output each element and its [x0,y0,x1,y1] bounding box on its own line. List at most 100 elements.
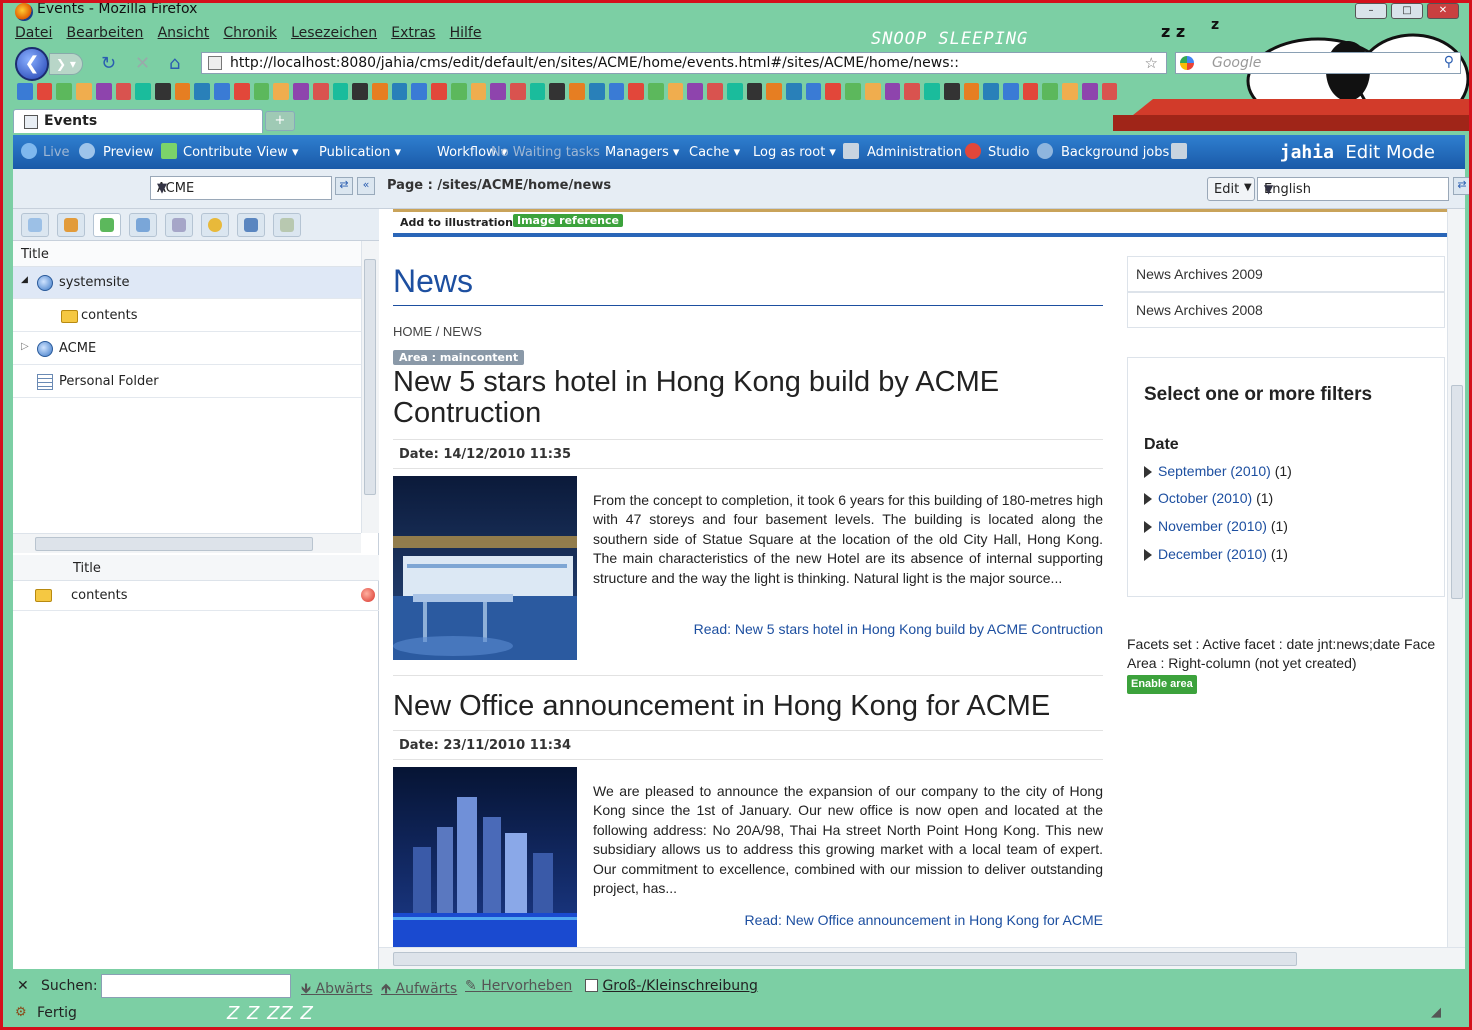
stop-icon[interactable]: ✕ [135,53,150,74]
bookmark-favicon-icon[interactable] [490,83,506,100]
bookmark-favicon-icon[interactable] [628,83,644,100]
breadcrumb-home[interactable]: HOME [393,324,432,339]
bookmark-favicon-icon[interactable] [549,83,566,100]
bookmark-favicon-icon[interactable] [1002,83,1019,100]
view-menu[interactable]: View ▾ [257,145,299,160]
address-bar[interactable]: http://localhost:8080/jahia/cms/edit/def… [201,52,1167,74]
bookmark-favicon-icon[interactable] [253,83,270,100]
background-jobs-button[interactable]: Background jobs [1061,145,1169,160]
menu-ansicht[interactable]: Ansicht [158,25,210,41]
area-badge[interactable]: Area : maincontent [393,350,525,365]
bookmark-favicon-icon[interactable] [431,83,447,100]
tree-item-systemsite[interactable]: ◢ systemsite [13,267,361,299]
scrollbar-thumb[interactable] [393,952,1297,966]
archive-link-2009[interactable]: News Archives 2009 [1127,256,1445,292]
filter-item[interactable]: November (2010) (1) [1144,518,1288,534]
tree-item-personal-folder[interactable]: Personal Folder [13,366,361,398]
tab-components[interactable] [93,213,121,237]
filter-item[interactable]: December (2010) (1) [1144,546,1288,562]
menu-extras[interactable]: Extras [391,25,435,41]
bookmark-favicon-icon[interactable] [76,83,92,100]
bookmark-favicon-icon[interactable] [233,83,250,100]
bookmark-star-icon[interactable]: ☆ [1145,54,1158,72]
bookmark-favicon-icon[interactable] [1062,83,1078,100]
find-input[interactable] [101,974,291,998]
edit-mode-button[interactable]: Edit ▼ [1207,177,1255,201]
minimize-button[interactable]: – [1355,3,1387,19]
find-previous-button[interactable]: 🡹 Aufwärts [381,978,457,1002]
bookmark-favicon-icon[interactable] [371,83,388,100]
bookmark-favicon-icon[interactable] [904,83,921,100]
live-button[interactable]: Live [43,145,70,160]
bookmark-favicon-icon[interactable] [509,83,526,100]
search-bar[interactable]: Google ⚲ [1175,52,1461,74]
bookmark-favicon-icon[interactable] [529,83,546,100]
forward-button[interactable]: ❯ ▾ [49,53,83,75]
bookmark-favicon-icon[interactable] [214,83,230,100]
filter-label[interactable]: November (2010) [1158,518,1267,534]
tree-item-contents[interactable]: contents [13,300,361,332]
log-as-root-menu[interactable]: Log as root ▾ [753,145,836,160]
tree-vertical-scrollbar[interactable] [361,241,379,533]
article-image-hotel[interactable] [393,476,577,660]
tab-categories[interactable] [165,213,193,237]
bookmark-favicon-icon[interactable] [95,83,112,100]
bookmark-favicon-icon[interactable] [805,83,822,100]
bookmark-favicon-icon[interactable] [391,83,408,100]
scrollbar-thumb[interactable] [35,537,313,551]
bookmark-favicon-icon[interactable] [884,83,901,100]
bookmark-favicon-icon[interactable] [569,83,585,100]
bookmark-favicon-icon[interactable] [766,83,783,100]
match-case-checkbox[interactable]: Groß-/Kleinschreibung [585,978,758,994]
bookmark-favicon-icon[interactable] [115,83,132,100]
filter-label[interactable]: October (2010) [1158,490,1252,506]
article-image-skyline[interactable] [393,767,577,947]
bookmark-favicon-icon[interactable] [825,83,842,100]
refresh-icon[interactable]: ⇄ [1453,177,1469,195]
cache-menu[interactable]: Cache ▾ [689,145,740,160]
bookmark-favicon-icon[interactable] [470,83,487,100]
bookmark-favicon-icon[interactable] [293,83,309,100]
menu-hilfe[interactable]: Hilfe [450,25,482,41]
scrollbar-thumb[interactable] [1451,385,1463,599]
bookmark-favicon-icon[interactable] [312,83,329,100]
read-more-link[interactable]: Read: New 5 stars hotel in Hong Kong bui… [583,621,1103,637]
menu-chronik[interactable]: Chronik [223,25,277,41]
tree-item-acme[interactable]: ▷ ACME [13,333,361,365]
main-vertical-scrollbar[interactable] [1447,209,1465,947]
bookmark-favicon-icon[interactable] [707,83,723,100]
tab-events[interactable]: Events [13,109,263,133]
highlight-button[interactable]: ✎ Hervorheben [465,978,572,994]
menu-bearbeiten[interactable]: Bearbeiten [67,25,144,41]
tab-search[interactable] [201,213,229,237]
bookmark-favicon-icon[interactable] [1081,83,1098,100]
bookmark-favicon-icon[interactable] [273,83,290,100]
bookmark-favicon-icon[interactable] [155,83,171,100]
bookmark-favicon-icon[interactable] [726,83,743,100]
bookmark-favicon-icon[interactable] [786,83,802,100]
new-tab-button[interactable]: + [265,111,295,131]
bookmark-favicon-icon[interactable] [1101,83,1118,100]
bookmark-favicon-icon[interactable] [864,83,881,100]
bookmark-favicon-icon[interactable] [983,83,999,100]
filter-label[interactable]: September (2010) [1158,463,1271,479]
article-title[interactable]: New Office announcement in Hong Kong for… [393,691,1093,722]
tab-workflow[interactable] [273,213,301,237]
archive-link-2008[interactable]: News Archives 2008 [1127,292,1445,328]
bookmark-favicon-icon[interactable] [17,83,33,100]
filter-item[interactable]: September (2010) (1) [1144,463,1292,479]
bookmark-favicon-icon[interactable] [943,83,960,100]
tree-horizontal-scrollbar[interactable] [13,533,361,553]
read-more-link[interactable]: Read: New Office announcement in Hong Ko… [583,912,1104,928]
language-select[interactable]: English ▼ [1257,177,1449,201]
back-button[interactable]: ❮ [15,47,49,81]
bookmark-favicon-icon[interactable] [963,83,980,100]
image-reference-button[interactable]: Image reference [513,214,623,227]
find-next-button[interactable]: 🡻 Abwärts [301,978,373,1002]
enable-area-button[interactable]: Enable area [1127,675,1197,694]
main-horizontal-scrollbar[interactable] [379,947,1465,969]
bookmark-favicon-icon[interactable] [845,83,861,100]
managers-menu[interactable]: Managers ▾ [605,145,679,160]
site-select[interactable]: ACME ▼ [150,176,332,200]
bookmark-favicon-icon[interactable] [411,83,428,100]
